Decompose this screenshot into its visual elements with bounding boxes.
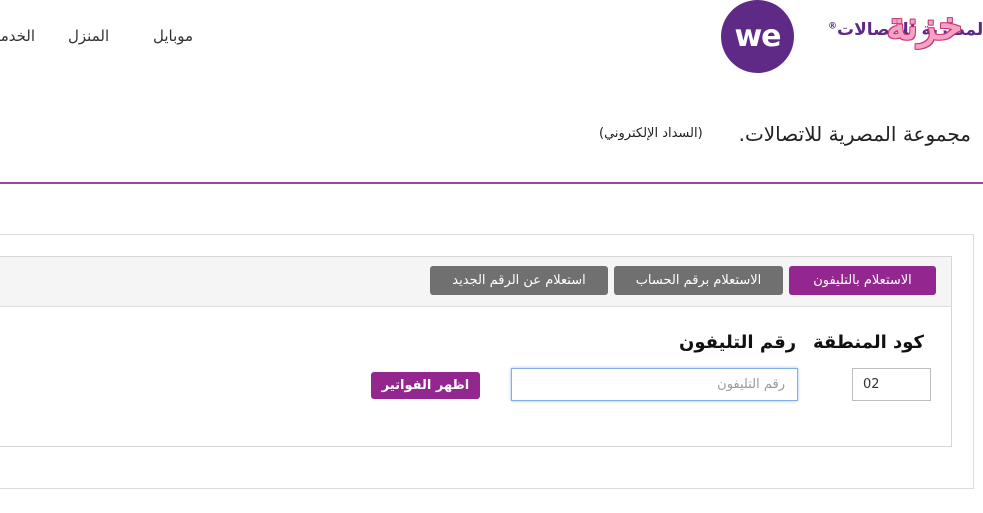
tab-phone-inquiry[interactable]: الاستعلام بالتليفون <box>789 266 936 295</box>
area-code-input[interactable] <box>852 368 931 401</box>
nav-item-services[interactable]: الخدمات <box>0 27 35 45</box>
we-logo-text: we <box>734 18 781 54</box>
brand-reg-mark: ® <box>828 21 837 32</box>
area-code-label: كود المنطقة <box>813 332 925 353</box>
page-subtitle: (السداد الإلكتروني) <box>599 126 703 141</box>
phone-number-input[interactable] <box>511 368 798 401</box>
phone-number-label: رقم التليفون <box>679 332 797 353</box>
page-title: مجموعة المصرية للاتصالات. <box>738 122 971 146</box>
tab-account-inquiry[interactable]: الاستعلام برقم الحساب <box>614 266 783 295</box>
tab-new-number-inquiry[interactable]: استعلام عن الرقم الجديد <box>430 266 608 295</box>
site-header: موبايل المنزل الخدمات we ®المصرية للاتصا… <box>0 0 983 80</box>
tab-bar: الاستعلام بالتليفون الاستعلام برقم الحسا… <box>0 257 951 307</box>
nav-item-home[interactable]: المنزل <box>68 27 109 45</box>
inquiry-panel: الاستعلام بالتليفون الاستعلام برقم الحسا… <box>0 256 952 447</box>
we-logo[interactable]: we <box>721 0 794 73</box>
nav-item-mobile[interactable]: موبايل <box>153 27 193 45</box>
header-divider <box>0 182 983 184</box>
watermark-logo: خزنة <box>886 3 963 48</box>
show-bills-button[interactable]: اظهر الفواتير <box>371 372 480 399</box>
